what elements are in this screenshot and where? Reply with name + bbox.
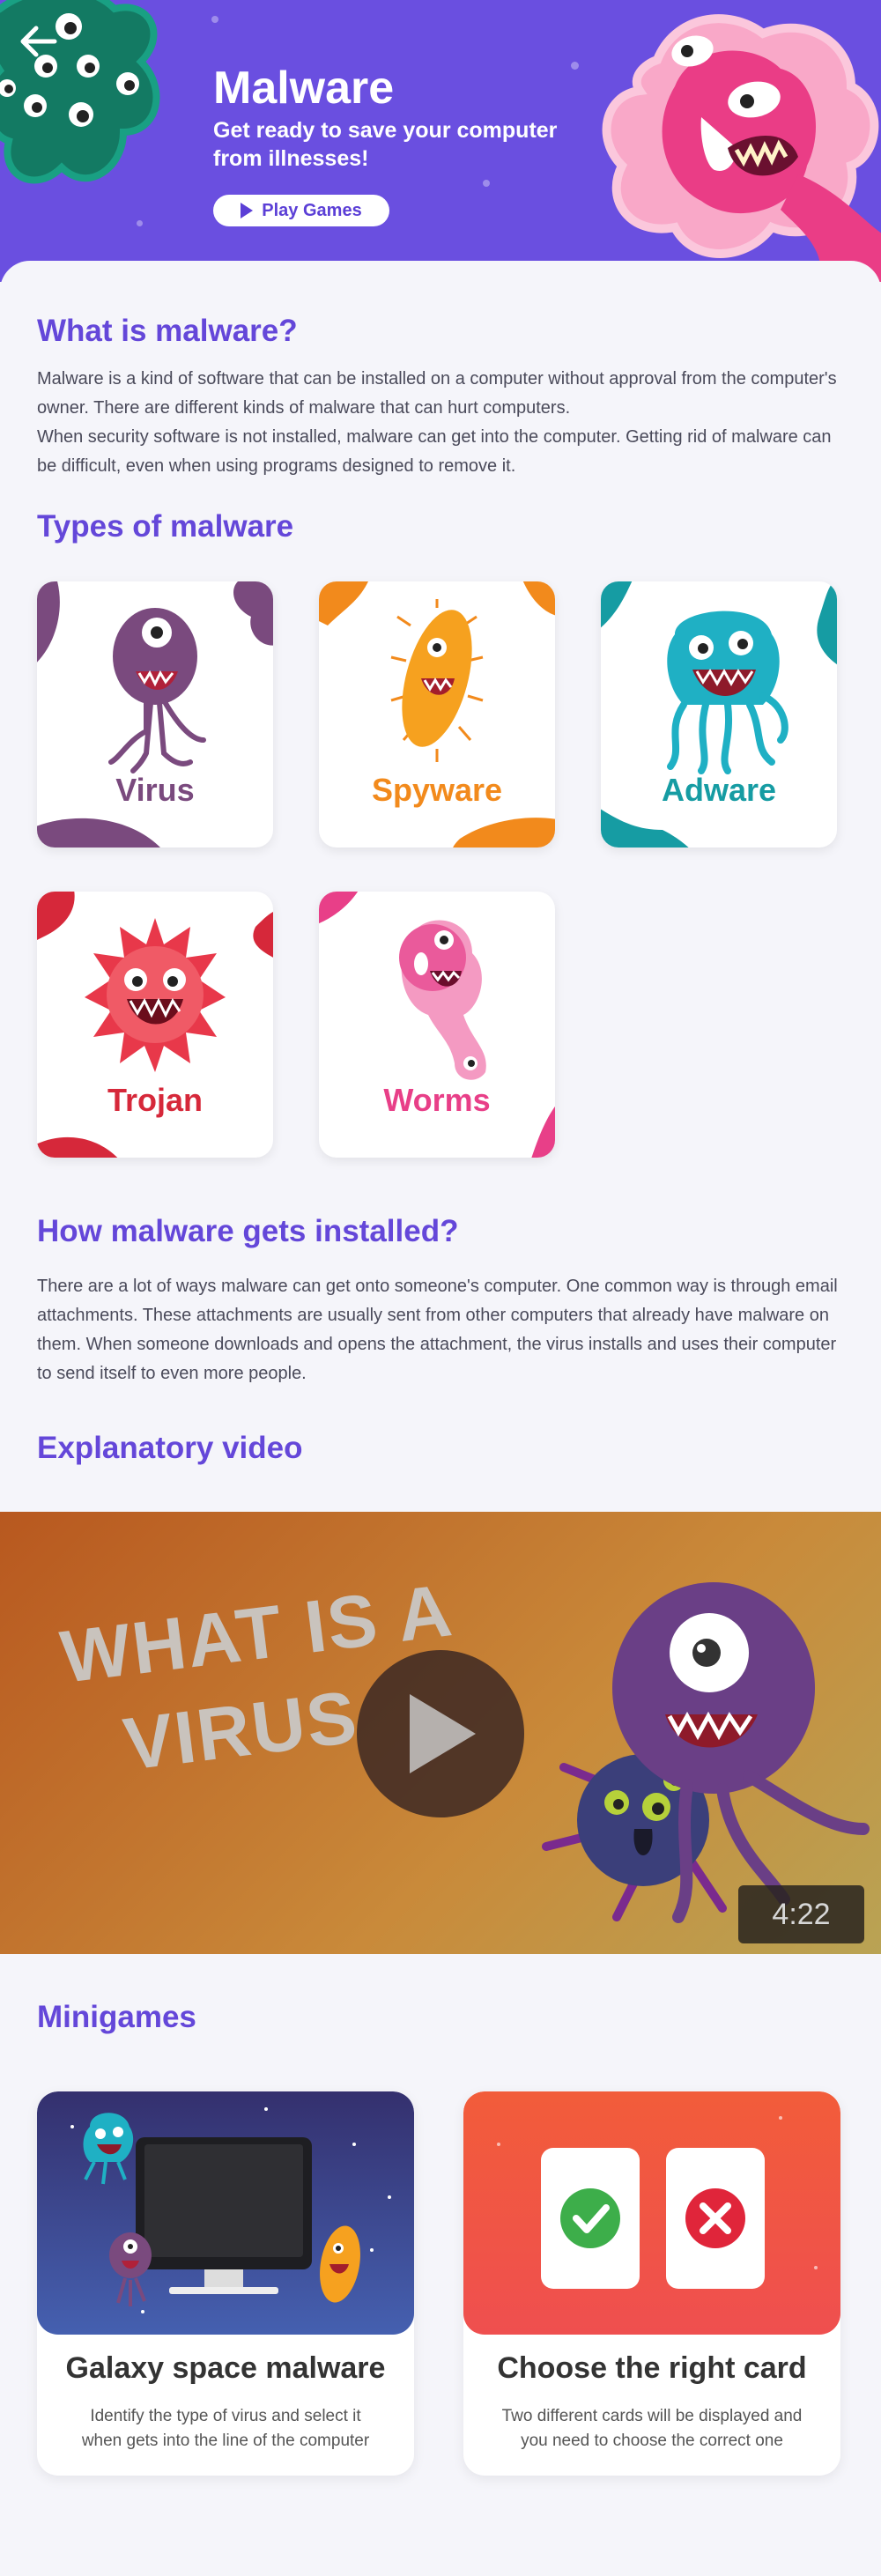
card-decor-blob (37, 1136, 118, 1158)
adware-monster-icon (667, 611, 788, 774)
spyware-monster-icon (390, 599, 484, 762)
virus-monster-icon (108, 608, 206, 774)
video-duration: 4:22 (738, 1885, 864, 1943)
arrow-left-icon (20, 26, 57, 57)
card-decor-blob (817, 581, 837, 664)
minigame-card-galaxy[interactable]: Galaxy space malware Identify the type o… (37, 2091, 414, 2476)
decor-dot (137, 220, 143, 226)
intro-paragraph-2: When security software is not installed,… (37, 427, 832, 476)
section-heading-install: How malware gets installed? (37, 1214, 459, 1248)
header-banner: Malware Get ready to save your computer … (0, 0, 881, 282)
card-decor-blob (601, 809, 689, 848)
decor-dot (571, 62, 579, 70)
card-label: Worms (383, 1082, 491, 1118)
card-decor-blob (453, 818, 555, 848)
card-decor-blob (233, 581, 273, 646)
card-label: Virus (115, 772, 195, 808)
malware-card-trojan[interactable]: Trojan (37, 892, 273, 1158)
card-decor-blob (37, 892, 75, 940)
video-play-button[interactable] (357, 1650, 524, 1817)
section-heading-minigames: Minigames (37, 2000, 196, 2034)
cards-illustration (497, 2116, 818, 2289)
minigame-description: Two different cards will be displayed an… (501, 2407, 803, 2450)
page-title: Malware (213, 63, 395, 114)
minigame-title: Galaxy space malware (65, 2351, 386, 2385)
card-decor-blob (253, 912, 273, 958)
decor-dot (211, 16, 218, 23)
card-label: Adware (661, 772, 777, 808)
decor-dot (483, 180, 490, 187)
card-decor-blob (319, 581, 368, 625)
minigame-description: Identify the type of virus and select it… (81, 2407, 370, 2450)
card-label: Spyware (371, 772, 503, 808)
card-decor-blob (601, 581, 633, 628)
galaxy-game-thumbnail (37, 2091, 414, 2335)
play-icon (410, 1694, 476, 1773)
video-thumbnail-text: VIRUS (119, 1675, 363, 1786)
pink-monster-illustration (602, 14, 881, 282)
card-decor-blob (319, 892, 359, 924)
minigame-title: Choose the right card (497, 2351, 807, 2385)
play-icon (241, 203, 254, 218)
section-heading-video: Explanatory video (37, 1431, 303, 1465)
card-decor-blob (37, 581, 60, 663)
malware-card-spyware[interactable]: Spyware (319, 581, 555, 848)
section-heading-what-is: What is malware? (37, 314, 298, 348)
install-paragraph: There are a lot of ways malware can get … (37, 1277, 838, 1383)
card-decor-blob (522, 581, 555, 616)
page-subtitle: Get ready to save your computer from ill… (213, 118, 558, 171)
back-button[interactable] (16, 19, 60, 63)
minigame-card-choose-card[interactable]: Choose the right card Two different card… (463, 2091, 840, 2476)
trojan-monster-icon (85, 918, 226, 1072)
choose-card-thumbnail (463, 2091, 840, 2335)
worms-monster-icon (399, 920, 486, 1080)
malware-card-adware[interactable]: Adware (601, 581, 837, 848)
computer-with-viruses-illustration (70, 2107, 391, 2313)
intro-paragraph: Malware is a kind of software that can b… (37, 369, 837, 418)
malware-card-worms[interactable]: Worms (319, 892, 555, 1158)
section-heading-types: Types of malware (37, 509, 294, 544)
play-games-label: Play Games (262, 200, 362, 220)
malware-card-virus[interactable]: Virus (37, 581, 273, 848)
play-games-button[interactable]: Play Games (213, 195, 389, 226)
card-label: Trojan (107, 1082, 204, 1118)
card-decor-blob (37, 818, 160, 848)
